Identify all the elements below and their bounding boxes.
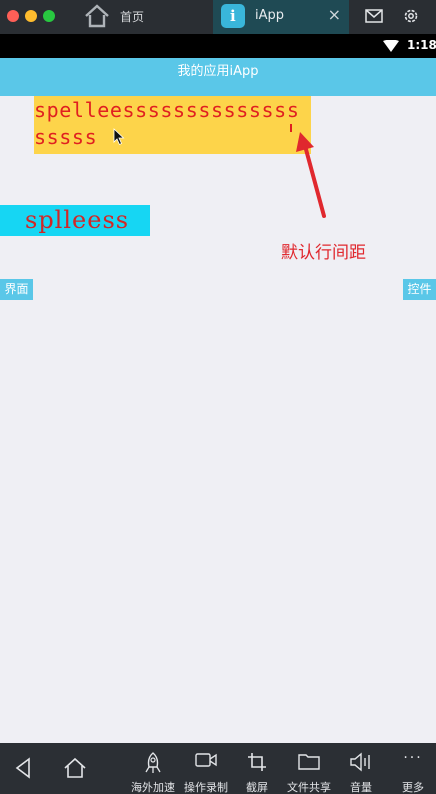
file-share-label: 文件共享: [287, 781, 331, 794]
tab-iapp[interactable]: i iApp ×: [213, 0, 349, 34]
cyan-text-content: splleess: [25, 206, 130, 234]
screenshot-label: 截屏: [246, 781, 268, 794]
file-share-button[interactable]: 文件共享: [281, 747, 337, 794]
volume-button[interactable]: 音量: [333, 747, 389, 794]
volume-label: 音量: [350, 781, 372, 794]
screenshot-button[interactable]: 截屏: [229, 747, 285, 794]
folder-icon: [298, 754, 320, 770]
home-icon: [85, 4, 109, 28]
status-bar: 1:18: [0, 34, 436, 58]
gear-icon[interactable]: [402, 7, 420, 25]
minimize-window-button[interactable]: [25, 10, 37, 22]
text-cursor: [290, 124, 292, 132]
iapp-logo-icon: i: [221, 4, 245, 28]
controls-button[interactable]: 控件: [403, 279, 436, 300]
yellow-text-view[interactable]: spelleesssssssssssssssssss: [34, 96, 311, 154]
app-header: 我的应用iApp: [0, 58, 436, 96]
crop-icon: [248, 753, 266, 771]
cyan-text-view[interactable]: splleess: [0, 205, 150, 236]
back-icon[interactable]: [14, 757, 32, 779]
more-icon: ···: [403, 750, 423, 766]
line-spacing-annotation: 默认行间距: [281, 243, 366, 263]
more-label: 更多: [402, 781, 424, 794]
iapp-logo-letter: i: [230, 7, 236, 25]
tab-home[interactable]: 首页: [70, 0, 212, 34]
status-time: 1:18: [407, 38, 436, 52]
emulator-title-bar: 首页 i iApp ×: [0, 0, 436, 34]
home-nav-icon[interactable]: [63, 757, 87, 779]
record-button[interactable]: 操作录制: [178, 747, 234, 794]
app-title: 我的应用iApp: [177, 64, 259, 79]
overseas-accel-button[interactable]: 海外加速: [125, 747, 181, 794]
close-tab-icon[interactable]: ×: [328, 6, 341, 24]
rocket-icon: [145, 752, 161, 773]
mail-icon[interactable]: [365, 9, 383, 23]
emulator-toolbar: 海外加速 操作录制 截屏 文件共享 音量 ··· 更多: [0, 743, 436, 794]
wifi-icon: [383, 40, 399, 52]
video-icon: [195, 753, 217, 767]
tab-home-label: 首页: [120, 10, 145, 24]
maximize-window-button[interactable]: [43, 10, 55, 22]
tab-iapp-label: iApp: [255, 8, 285, 23]
close-window-button[interactable]: [7, 10, 19, 22]
annotation-arrow-icon: [296, 132, 326, 218]
mouse-pointer-icon: [113, 128, 125, 146]
interface-button[interactable]: 界面: [0, 279, 33, 300]
yellow-text-content: spelleesssssssssssssssssss: [34, 98, 300, 149]
record-label: 操作录制: [184, 781, 228, 794]
more-button[interactable]: ··· 更多: [385, 747, 436, 794]
overseas-accel-label: 海外加速: [131, 781, 175, 794]
volume-icon: [350, 752, 370, 772]
